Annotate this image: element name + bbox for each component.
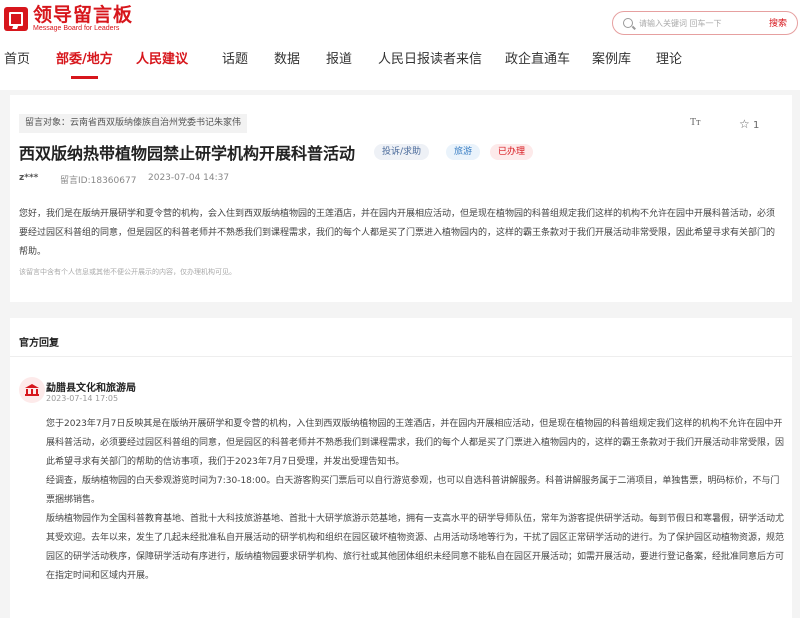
nav-ministries-local[interactable]: 部委/地方 [56,48,113,79]
main-nav: 首页 部委/地方 人民建议 话题 数据 报道 人民日报读者来信 政企直通车 案例… [0,48,800,79]
reply-heading: 官方回复 [19,338,59,349]
reply-body: 您于2023年7月7日反映其是在版纳开展研学和夏令营的机构，入住到西双版纳植物园… [46,415,786,586]
divider [10,356,792,357]
nav-readers-letters[interactable]: 人民日报读者来信 [378,48,482,67]
message-user: z*** [19,173,39,183]
search-input[interactable] [639,15,749,31]
logo-subtitle: Message Board for Leaders [33,25,120,32]
message-card: 留言对象：云南省西双版纳傣族自治州党委书记朱家伟 Tт ☆ 1 西双版纳热带植物… [10,95,792,302]
message-target: 留言对象：云南省西双版纳傣族自治州党委书记朱家伟 [19,114,248,133]
nav-government-enterprise[interactable]: 政企直通车 [505,48,570,67]
reply-paragraph: 版纳植物园作为全国科普教育基地、首批十大科技旅游基地、首批十大研学旅游示范基地，… [46,514,785,581]
government-building-icon [19,377,45,403]
nav-home[interactable]: 首页 [4,48,30,67]
nav-case-library[interactable]: 案例库 [592,48,631,67]
reply-paragraph: 您于2023年7月7日反映其是在版纳开展研学和夏令营的机构，入住到西双版纳植物园… [46,419,785,467]
message-title: 西双版纳热带植物园禁止研学机构开展科普活动 [19,144,356,163]
message-body: 您好，我们是在版纳开展研学和夏令营的机构，会入住到西双版纳植物园的王莲酒店，并在… [19,209,776,257]
reply-card: 官方回复 勐腊县文化和旅游局 2023-07-14 17:05 您于2023年7… [10,318,792,618]
search-icon [623,18,633,28]
message-time: 2023-07-04 14:37 [148,173,230,183]
favorite-button[interactable]: ☆ 1 [739,117,759,131]
logo-mark-icon [4,7,28,31]
reply-org-name: 勐腊县文化和旅游局 [46,383,136,394]
font-size-icon[interactable]: Tт [690,117,700,128]
status-badge: 已办理 [490,144,534,160]
site-header: 领导留言板 Message Board for Leaders 搜索 首页 部委… [0,0,800,90]
privacy-note: 该留言中含有个人信息或其他不便公开展示的内容，仅办理机构可见。 [19,268,236,276]
nav-theory[interactable]: 理论 [656,48,682,67]
star-icon: ☆ [739,117,750,131]
reply-paragraph: 经调查，版纳植物园的白天参观游览时间为7:30-18:00。白天游客购买门票后可… [46,476,780,505]
nav-reports[interactable]: 报道 [326,48,352,67]
nav-data[interactable]: 数据 [274,48,300,67]
logo-title: 领导留言板 [33,4,134,26]
nav-topics[interactable]: 话题 [222,48,248,67]
favorite-count: 1 [752,120,760,131]
site-logo[interactable]: 领导留言板 Message Board for Leaders [4,5,133,33]
search-button[interactable]: 搜索 [769,16,787,29]
search-box: 搜索 [612,11,798,35]
message-category-badge: 旅游 [446,144,481,160]
reply-time: 2023-07-14 17:05 [46,394,119,403]
message-type-badge: 投诉/求助 [374,144,430,160]
nav-people-suggestions[interactable]: 人民建议 [136,48,188,67]
message-id: 留言ID:18360677 [60,176,137,186]
